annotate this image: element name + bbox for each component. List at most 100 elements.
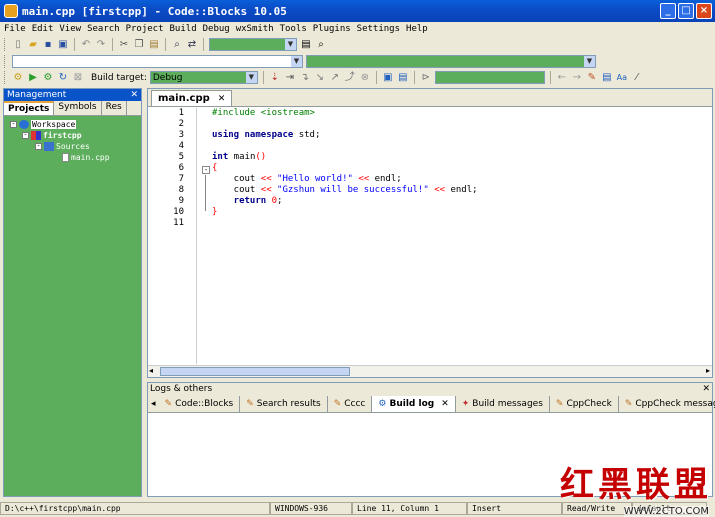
collapse-icon[interactable]: - (35, 143, 42, 150)
minimize-button[interactable]: _ (660, 3, 676, 19)
toolbar-grip[interactable] (4, 38, 7, 51)
code-area[interactable]: #include <iostream> using namespace std;… (212, 108, 478, 229)
jump-icon[interactable]: ⊳ (420, 72, 432, 84)
menu-help[interactable]: Help (406, 24, 428, 34)
collapse-icon[interactable]: - (22, 132, 29, 139)
build-gear-icon[interactable]: ⚙ (12, 72, 24, 84)
tree-node-folder[interactable]: - Sources (35, 142, 90, 151)
menu-wxsmith[interactable]: wxSmith (236, 24, 274, 34)
run-to-cursor-icon[interactable]: ⇥ (284, 72, 296, 84)
menu-view[interactable]: View (59, 24, 81, 34)
search-combo[interactable]: ▼ (209, 38, 297, 51)
build-run-icon[interactable]: ⚙ (42, 72, 54, 84)
menu-debug[interactable]: Debug (203, 24, 230, 34)
new-file-icon[interactable]: ▯ (12, 39, 24, 51)
management-panel: Management ✕ Projects Symbols Res - Work… (3, 88, 142, 497)
rebuild-icon[interactable]: ↻ (57, 72, 69, 84)
scroll-left-icon[interactable]: ◂ (149, 366, 153, 375)
step-out-icon[interactable]: ↗ (329, 72, 341, 84)
build-target-combo[interactable]: Debug ▼ (149, 71, 258, 84)
close-icon[interactable]: ✕ (130, 90, 138, 100)
pencil-icon: ✎ (164, 398, 173, 409)
tab-scroll-left-icon[interactable]: ◂ (148, 399, 159, 409)
tab-cppcheck-messages[interactable]: ✎CppCheck messages (619, 396, 715, 412)
tab-cccc[interactable]: ✎ Cccc (328, 395, 373, 412)
tree-node-workspace[interactable]: - Workspace (10, 120, 77, 129)
abort-icon[interactable]: ⊠ (72, 72, 84, 84)
function-combo[interactable]: ▼ (306, 54, 596, 68)
scroll-right-icon[interactable]: ▸ (706, 366, 710, 375)
folder-label: Sources (56, 142, 90, 151)
toolbar-grip[interactable] (4, 71, 7, 84)
close-tab-icon[interactable]: ✕ (218, 94, 226, 104)
next-instruction-icon[interactable]: ⤴ (344, 72, 356, 84)
line-number: 10 (173, 207, 184, 217)
tree-node-file[interactable]: main.cpp (62, 153, 110, 162)
jump-combo[interactable] (434, 71, 545, 84)
run-icon[interactable]: ▶ (27, 72, 39, 84)
step-into-icon[interactable]: ↘ (314, 72, 326, 84)
toggle-icon[interactable]: ▤ (601, 72, 613, 84)
wand-icon[interactable]: ⁄ (631, 72, 643, 84)
close-tab-icon[interactable]: ✕ (441, 399, 449, 409)
cut-icon[interactable]: ✂ (118, 39, 130, 51)
editor-tab-main-cpp[interactable]: main.cpp ✕ (151, 90, 233, 106)
chevron-down-icon[interactable]: ▼ (285, 39, 296, 50)
tab-label: Search results (256, 398, 321, 409)
menu-search[interactable]: Search (87, 24, 120, 34)
info-icon[interactable]: ▤ (397, 72, 409, 84)
chevron-down-icon[interactable]: ▼ (584, 55, 595, 67)
find-icon[interactable]: ⌕ (171, 39, 183, 51)
horizontal-scrollbar[interactable]: ◂ ▸ (148, 365, 712, 377)
open-icon[interactable]: ▰ (27, 39, 39, 51)
copy-icon[interactable]: ❐ (133, 39, 145, 51)
undo-icon[interactable]: ↶ (80, 39, 92, 51)
scope-combo[interactable]: ▼ (12, 54, 303, 68)
menu-settings[interactable]: Settings (357, 24, 400, 34)
toolbar-grip[interactable] (4, 54, 7, 68)
debug-run-icon[interactable]: ⇣ (269, 72, 281, 84)
debug-windows-icon[interactable]: ▣ (382, 72, 394, 84)
redo-icon[interactable]: ↷ (95, 39, 107, 51)
next-line-icon[interactable]: ↴ (299, 72, 311, 84)
fold-marker-icon[interactable]: - (202, 166, 210, 174)
menu-file[interactable]: File (4, 24, 26, 34)
tab-build-log[interactable]: ⚙ Build log ✕ (372, 395, 456, 412)
menu-project[interactable]: Project (126, 24, 164, 34)
tree-node-project[interactable]: - firstcpp (22, 131, 82, 140)
back-arrow-icon[interactable]: ← (556, 72, 568, 84)
scrollbar-thumb[interactable] (160, 367, 350, 376)
collapse-icon[interactable]: - (10, 121, 17, 128)
stop-debug-icon[interactable]: ⊗ (359, 72, 371, 84)
close-icon[interactable]: ✕ (702, 384, 710, 394)
chevron-down-icon[interactable]: ▼ (291, 55, 302, 67)
save-all-icon[interactable]: ▣ (57, 39, 69, 51)
menu-build[interactable]: Build (170, 24, 197, 34)
line-number: 7 (178, 174, 184, 184)
search-doc-icon[interactable]: ▤ (300, 39, 312, 51)
tab-search-results[interactable]: ✎ Search results (240, 395, 328, 412)
menu-edit[interactable]: Edit (32, 24, 54, 34)
tab-resources[interactable]: Res (102, 101, 127, 115)
forward-arrow-icon[interactable]: → (571, 72, 583, 84)
chevron-down-icon[interactable]: ▼ (245, 72, 257, 83)
tab-build-messages[interactable]: ✦ Build messages (456, 395, 550, 412)
highlight-icon[interactable]: ✎ (586, 72, 598, 84)
tab-cppcheck[interactable]: ✎ CppCheck (550, 395, 619, 412)
replace-icon[interactable]: ⇄ (186, 39, 198, 51)
abbr-icon[interactable]: Aa (616, 72, 628, 84)
menu-plugins[interactable]: Plugins (313, 24, 351, 34)
code-line-8: cout << "Gzshun will be successful!" << … (212, 185, 478, 196)
line-number: 11 (173, 218, 184, 228)
code-line-1: #include <iostream> (212, 108, 478, 119)
menu-tools[interactable]: Tools (280, 24, 307, 34)
paste-icon[interactable]: ▤ (148, 39, 160, 51)
tab-codeblocks[interactable]: ✎ Code::Blocks (159, 395, 241, 412)
code-line-5: int main() (212, 152, 478, 163)
tab-symbols[interactable]: Symbols (54, 101, 102, 115)
tab-projects[interactable]: Projects (4, 101, 55, 115)
close-window-button[interactable]: × (696, 3, 712, 19)
save-icon[interactable]: ▪ (42, 39, 54, 51)
maximize-button[interactable]: □ (678, 3, 694, 19)
magnifier-icon[interactable]: ⌕ (315, 39, 327, 51)
